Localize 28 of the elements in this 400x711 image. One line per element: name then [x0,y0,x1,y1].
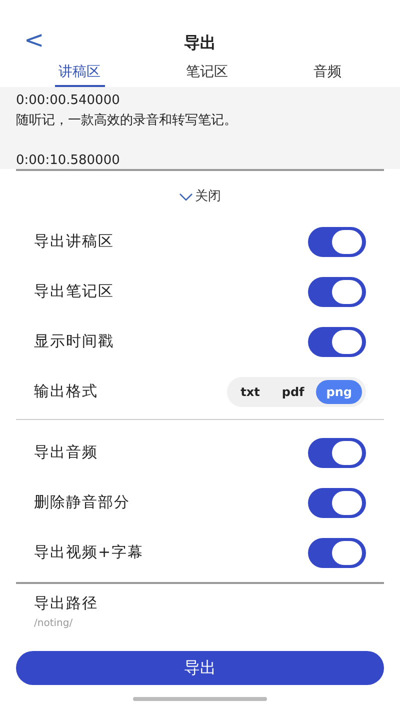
toggle-switch[interactable] [308,226,366,256]
toggle-switch[interactable] [308,488,366,518]
timestamp: 0:00:10.580000 [16,152,121,170]
transcript-line: 随听记，一款高效的录音和转写笔记。 [16,112,238,130]
export-button[interactable]: 导出 [16,651,384,685]
timestamp: 0:00:00.540000 [16,92,121,110]
format-option[interactable]: txt [230,380,270,404]
format-option[interactable]: png [316,380,362,404]
tab[interactable]: 笔记区 [182,60,232,87]
toggle-switch[interactable] [308,276,366,306]
setting-label: 删除静音部分 [34,492,130,514]
page-title: 导出 [184,32,216,54]
format-option[interactable]: pdf [272,380,314,404]
toggle-switch[interactable] [308,538,366,568]
path-label: 导出路径 [33,592,99,614]
chevron-down-icon [179,192,193,201]
setting-label: 导出笔记区 [34,281,114,302]
setting-label: 导出讲稿区 [34,231,114,252]
toggle-switch[interactable] [308,438,366,468]
tab[interactable]: 音频 [309,60,346,87]
setting-label: 导出视频+字幕 [34,542,144,564]
toggle-switch[interactable] [308,326,366,356]
setting-label: 输出格式 [34,381,98,402]
back-button[interactable]: < [20,28,48,52]
path-value: /noting/ [33,617,74,631]
setting-label: 显示时间戳 [34,331,114,352]
collapse-button[interactable]: 关闭 [179,187,221,206]
setting-label: 导出音频 [34,442,98,464]
